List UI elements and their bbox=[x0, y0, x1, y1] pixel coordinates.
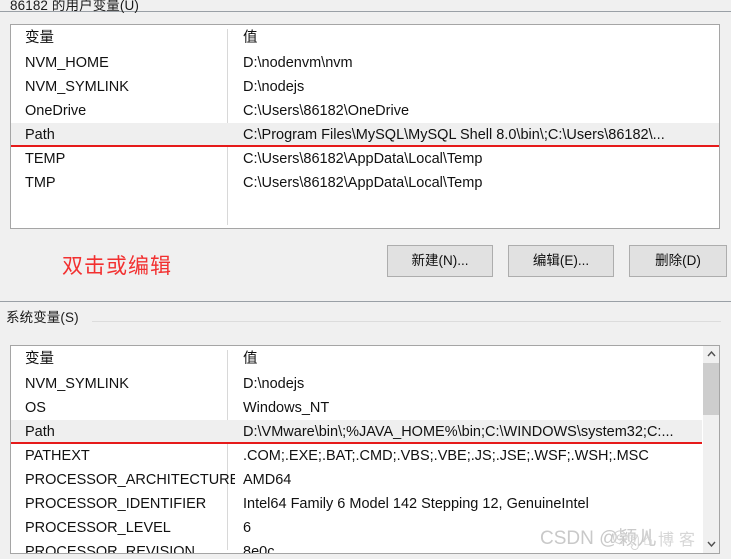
variable-name-cell: NVM_HOME bbox=[25, 55, 109, 71]
new-user-variable-button[interactable]: 新建(N)... bbox=[387, 245, 493, 277]
user-variables-caption: 86182 的用户变量(U) bbox=[10, 0, 139, 13]
section-divider bbox=[0, 301, 731, 302]
table-row[interactable]: PROCESSOR_ARCHITECTURE AMD64 bbox=[11, 468, 719, 492]
variable-value-cell: D:\nodejs bbox=[243, 376, 305, 392]
variable-name-cell: NVM_SYMLINK bbox=[25, 79, 129, 95]
list-header-row: 变量值 bbox=[11, 25, 719, 51]
variable-value-cell: .COM;.EXE;.BAT;.CMD;.VBS;.VBE;.JS;.JSE;.… bbox=[243, 448, 649, 464]
list-header-row: 变量值 bbox=[11, 346, 719, 372]
variable-name-cell: NVM_SYMLINK bbox=[25, 376, 129, 392]
table-row[interactable]: PROCESSOR_IDENTIFIER Intel64 Family 6 Mod… bbox=[11, 492, 719, 516]
variable-name-cell: PROCESSOR_LEVEL bbox=[25, 520, 171, 536]
table-row[interactable]: Path C:\Program Files\MySQL\MySQL Shell 8… bbox=[11, 123, 719, 147]
table-row[interactable]: PROCESSOR_REVISION 8e0c bbox=[11, 540, 719, 554]
variable-name-cell: PATHEXT bbox=[25, 448, 90, 464]
variable-name-cell: OS bbox=[25, 400, 46, 416]
variable-value-cell: Windows_NT bbox=[243, 400, 330, 416]
table-row[interactable]: OneDrive C:\Users\86182\OneDrive bbox=[11, 99, 719, 123]
environment-variables-dialog: 86182 的用户变量(U) 变量值 NVM_HOME D:\nodenvm\nvm… bbox=[0, 0, 731, 559]
variable-name-cell: PROCESSOR_REVISION bbox=[25, 544, 196, 554]
column-header-name[interactable]: 变量 bbox=[25, 346, 235, 372]
variable-name-cell: TMP bbox=[25, 175, 56, 191]
variable-name-cell: TEMP bbox=[25, 151, 66, 167]
scroll-down-arrow-icon[interactable] bbox=[703, 536, 719, 553]
variable-value-cell: D:\nodenvm\nvm bbox=[243, 55, 353, 71]
scrollbar-thumb[interactable] bbox=[703, 363, 719, 415]
table-row[interactable]: Path D:\VMware\bin\;%JAVA_HOME%\bin;C:\WI… bbox=[11, 420, 719, 444]
variable-value-cell: Intel64 Family 6 Model 142 Stepping 12, … bbox=[243, 496, 589, 512]
table-row[interactable]: PATHEXT .COM;.EXE;.BAT;.CMD;.VBS;.VBE;.JS… bbox=[11, 444, 719, 468]
system-group-rule bbox=[92, 321, 721, 322]
variable-value-cell: D:\VMware\bin\;%JAVA_HOME%\bin;C:\WINDOW… bbox=[243, 424, 674, 440]
variable-name-cell: OneDrive bbox=[25, 103, 87, 119]
system-variables-list[interactable]: 变量值 NVM_SYMLINK D:\nodejs OS Windows_NT Path D… bbox=[10, 345, 720, 554]
variable-value-cell: 8e0c bbox=[243, 544, 275, 554]
table-row[interactable]: OS Windows_NT bbox=[11, 396, 719, 420]
variable-value-cell: D:\nodejs bbox=[243, 79, 305, 95]
variable-value-cell: C:\Users\86182\OneDrive bbox=[243, 103, 410, 119]
user-variables-list[interactable]: 变量值 NVM_HOME D:\nodenvm\nvm NVM_SYMLINK D:\n… bbox=[10, 24, 720, 229]
table-row[interactable]: TEMP C:\Users\86182\AppData\Local\Temp bbox=[11, 147, 719, 171]
column-header-name[interactable]: 变量 bbox=[25, 25, 235, 51]
table-row[interactable]: TMP C:\Users\86182\AppData\Local\Temp bbox=[11, 171, 719, 195]
variable-name-cell: Path bbox=[25, 424, 55, 440]
variable-value-cell: C:\Users\86182\AppData\Local\Temp bbox=[243, 151, 483, 167]
variable-name-cell: PROCESSOR_IDENTIFIER bbox=[25, 496, 207, 512]
edit-user-variable-button[interactable]: 编辑(E)... bbox=[508, 245, 614, 277]
variable-name-cell: PROCESSOR_ARCHITECTURE bbox=[25, 472, 235, 488]
table-row[interactable]: NVM_SYMLINK D:\nodejs bbox=[11, 75, 719, 99]
annotation-double-click-or-edit: 双击或编辑 bbox=[62, 255, 172, 278]
table-row[interactable]: PROCESSOR_LEVEL 6 bbox=[11, 516, 719, 540]
variable-value-cell: AMD64 bbox=[243, 472, 292, 488]
variable-value-cell: C:\Users\86182\AppData\Local\Temp bbox=[243, 175, 483, 191]
delete-user-variable-button[interactable]: 删除(D) bbox=[629, 245, 727, 277]
variable-name-cell: Path bbox=[25, 127, 55, 143]
variable-value-cell: C:\Program Files\MySQL\MySQL Shell 8.0\b… bbox=[243, 127, 665, 143]
system-variables-scrollbar[interactable] bbox=[702, 346, 719, 553]
scroll-up-arrow-icon[interactable] bbox=[703, 346, 719, 363]
table-row[interactable]: NVM_SYMLINK D:\nodejs bbox=[11, 372, 719, 396]
table-row[interactable]: NVM_HOME D:\nodenvm\nvm bbox=[11, 51, 719, 75]
variable-value-cell: 6 bbox=[243, 520, 252, 536]
column-header-value[interactable]: 值 bbox=[243, 25, 715, 51]
column-header-value[interactable]: 值 bbox=[243, 346, 715, 372]
system-variables-caption: 系统变量(S) bbox=[6, 310, 79, 325]
